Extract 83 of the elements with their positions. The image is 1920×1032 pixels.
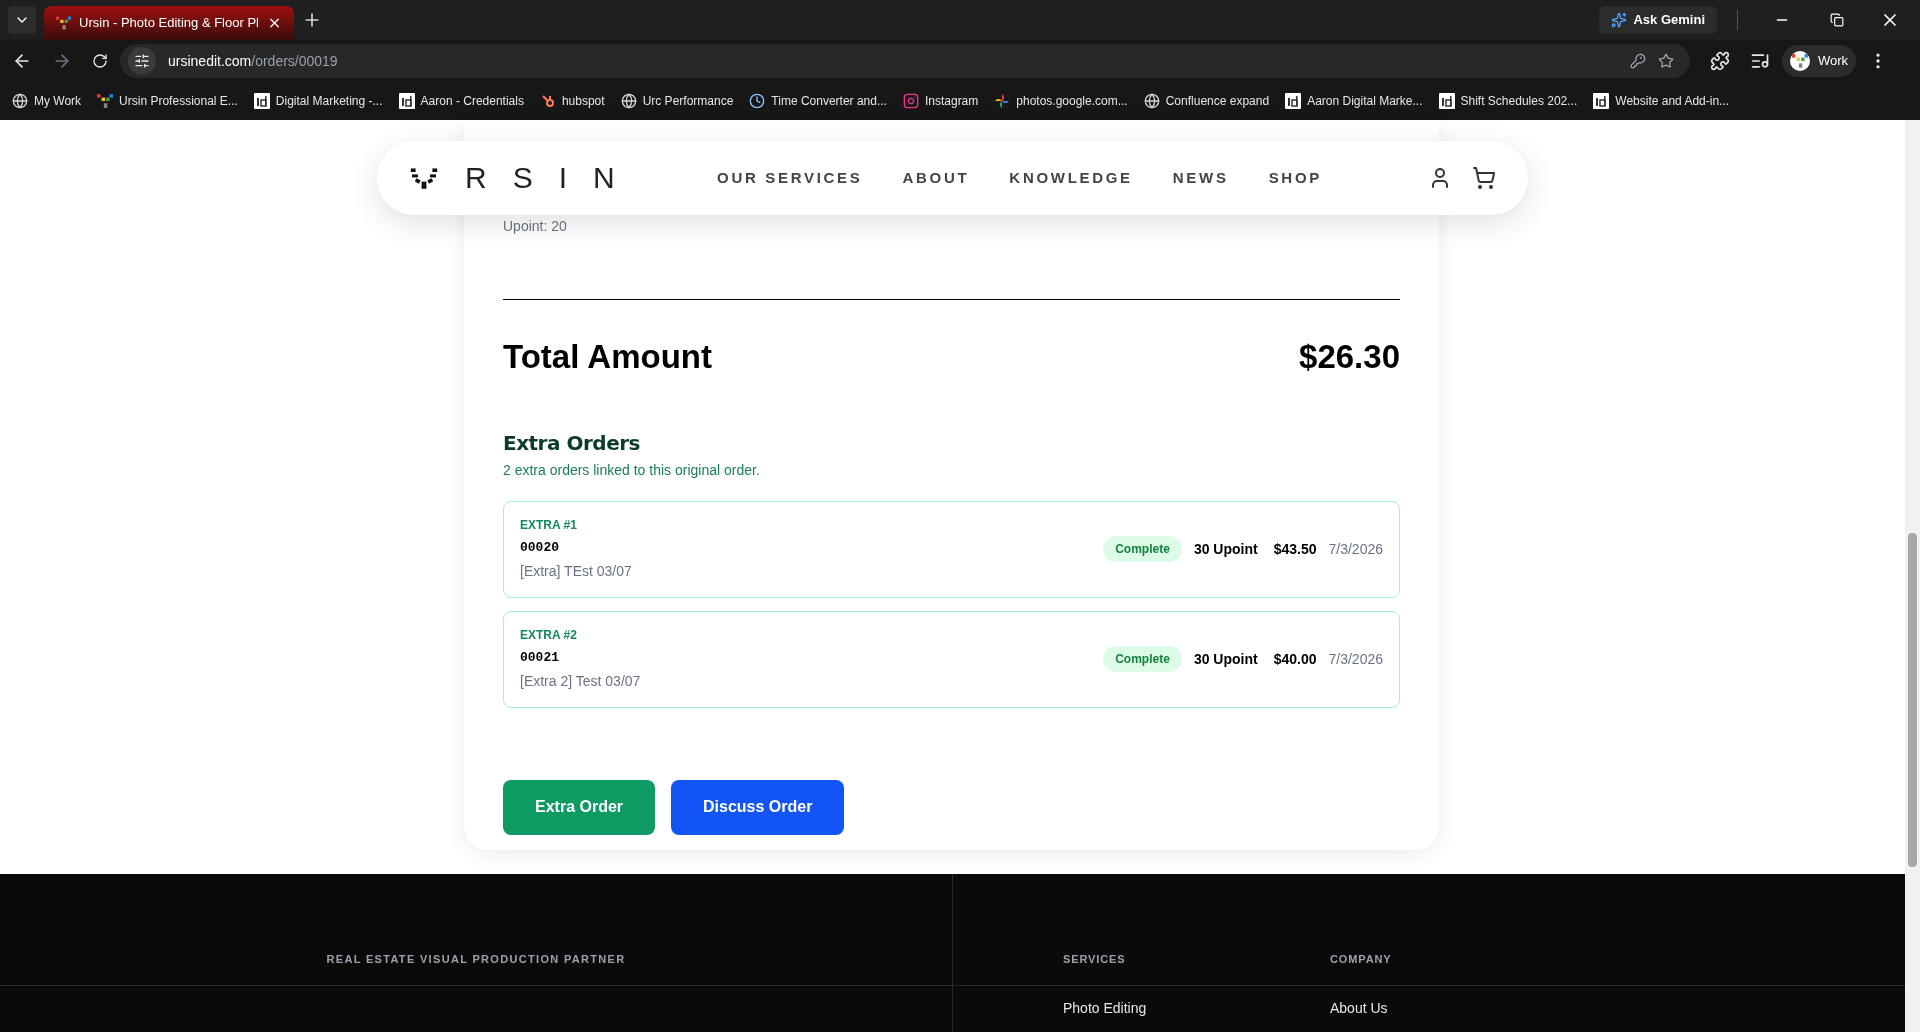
- reload-icon[interactable]: [92, 53, 108, 69]
- section-title: Extra Orders: [503, 429, 641, 457]
- footer-heading: SERVICES: [1063, 951, 1127, 967]
- action-button[interactable]: Extra Order: [503, 779, 656, 835]
- bookmark[interactable]: Digital Marketing -...: [253, 92, 383, 110]
- status-badge: Complete: [1103, 646, 1182, 672]
- status-badge: Complete: [1103, 536, 1182, 562]
- order-number: 00021: [520, 648, 560, 667]
- logo-icon: [409, 166, 439, 190]
- order-name: [Extra] TEst 03/07: [520, 562, 633, 582]
- logo-letter: N: [593, 163, 615, 193]
- total-value: $26.30: [1299, 337, 1400, 377]
- scrollbar[interactable]: [1905, 120, 1920, 1032]
- bookmark[interactable]: Shift Schedules 202...: [1438, 92, 1578, 110]
- footer-link[interactable]: About Us: [1330, 1000, 1388, 1016]
- footer-heading: COMPANY: [1330, 951, 1393, 967]
- extra-order-card[interactable]: EXTRA #2 00021 [Extra 2] Test 03/07 Complete 30 Upoint $40.00 7/3/2026: [503, 610, 1400, 708]
- upoint-text: 30 Upoint: [1193, 649, 1258, 669]
- nav-link[interactable]: ABOUT: [902, 166, 970, 190]
- id-icon: [398, 93, 415, 109]
- address-field[interactable]: ursinedit.com/orders/00019: [120, 44, 1690, 78]
- sprocket-icon: [539, 93, 556, 109]
- bookmark[interactable]: My Work: [12, 92, 82, 110]
- pinwheel-icon: [994, 93, 1011, 109]
- price-text: $40.00: [1273, 649, 1317, 669]
- date-text: 7/3/2026: [1328, 539, 1383, 559]
- globe-icon: [12, 93, 28, 109]
- tab-search-button[interactable]: [8, 6, 36, 34]
- total-label: Total Amount: [503, 337, 712, 377]
- url-text: ursinedit.com/orders/00019: [168, 51, 338, 71]
- key-icon[interactable]: [1630, 53, 1646, 69]
- fan-logo-icon: [1792, 54, 1808, 68]
- nav-link[interactable]: OUR SERVICES: [717, 166, 863, 190]
- extensions-icon[interactable]: [1710, 51, 1730, 71]
- media-icon[interactable]: [1750, 51, 1770, 71]
- cart-icon[interactable]: [1472, 166, 1496, 190]
- fan-logo-icon: [97, 94, 114, 108]
- ask-button[interactable]: Ask Gemini: [1599, 6, 1717, 34]
- nav-link[interactable]: KNOWLEDGE: [1009, 166, 1133, 190]
- tab-title: Ursin - Photo Editing & Floor Pl: [79, 14, 259, 33]
- bookmark[interactable]: Aaron Digital Marke...: [1285, 92, 1423, 110]
- restore-icon[interactable]: [1830, 13, 1844, 27]
- globe-icon: [1143, 93, 1160, 109]
- bookmark[interactable]: hubspot: [539, 92, 605, 110]
- profile-button[interactable]: Work: [1782, 45, 1857, 77]
- logo-letter: R: [465, 163, 487, 193]
- bookmark[interactable]: Aaron - Credentials: [398, 92, 524, 110]
- bookmark[interactable]: photos.google.com...: [994, 92, 1128, 110]
- logo-letter: I: [558, 163, 568, 193]
- fan-logo-icon: [56, 16, 72, 30]
- browser-tab[interactable]: Ursin - Photo Editing & Floor Pl: [44, 6, 294, 40]
- extra-order-card[interactable]: EXTRA #1 00020 [Extra] TEst 03/07 Complete 30 Upoint $43.50 7/3/2026: [503, 500, 1400, 598]
- bookmark[interactable]: Instagram: [902, 92, 979, 110]
- bookmark[interactable]: Confluence expand: [1143, 92, 1270, 110]
- star-icon[interactable]: [1658, 53, 1674, 69]
- nav-link[interactable]: SHOP: [1268, 166, 1322, 190]
- bookmark[interactable]: Website and Add-in...: [1593, 92, 1730, 110]
- date-text: 7/3/2026: [1328, 649, 1383, 669]
- sparkle-icon: [1611, 12, 1628, 28]
- order-number: 00020: [520, 538, 560, 557]
- id-icon: [1438, 93, 1455, 109]
- camera-icon: [902, 93, 919, 109]
- footer-link[interactable]: Photo Editing: [1063, 1000, 1147, 1016]
- upoint-text: 30 Upoint: [1193, 539, 1258, 559]
- extra-label: EXTRA #1: [520, 516, 578, 534]
- nav-link[interactable]: NEWS: [1172, 166, 1229, 190]
- price-text: $43.50: [1273, 539, 1317, 559]
- clock-icon: [749, 93, 766, 109]
- order-name: [Extra 2] Test 03/07: [520, 672, 642, 692]
- id-icon: [1285, 93, 1302, 109]
- section-subtitle: 2 extra orders linked to this original order.: [503, 460, 761, 480]
- bookmark[interactable]: Ursin Professional E...: [97, 92, 238, 110]
- id-icon: [253, 93, 270, 109]
- globe-icon: [620, 93, 637, 109]
- footer-tagline: REAL ESTATE VISUAL PRODUCTION PARTNER: [326, 951, 626, 967]
- extra-label: EXTRA #2: [520, 626, 578, 644]
- bookmark[interactable]: Time Converter and...: [749, 92, 887, 110]
- bookmark[interactable]: Urc Performance: [620, 92, 734, 110]
- site-settings-icon[interactable]: [134, 53, 150, 69]
- upoint-text: Upoint: 20: [503, 217, 568, 236]
- id-icon: [1593, 93, 1610, 109]
- action-button[interactable]: Discuss Order: [671, 779, 845, 835]
- logo-letter: S: [512, 163, 533, 193]
